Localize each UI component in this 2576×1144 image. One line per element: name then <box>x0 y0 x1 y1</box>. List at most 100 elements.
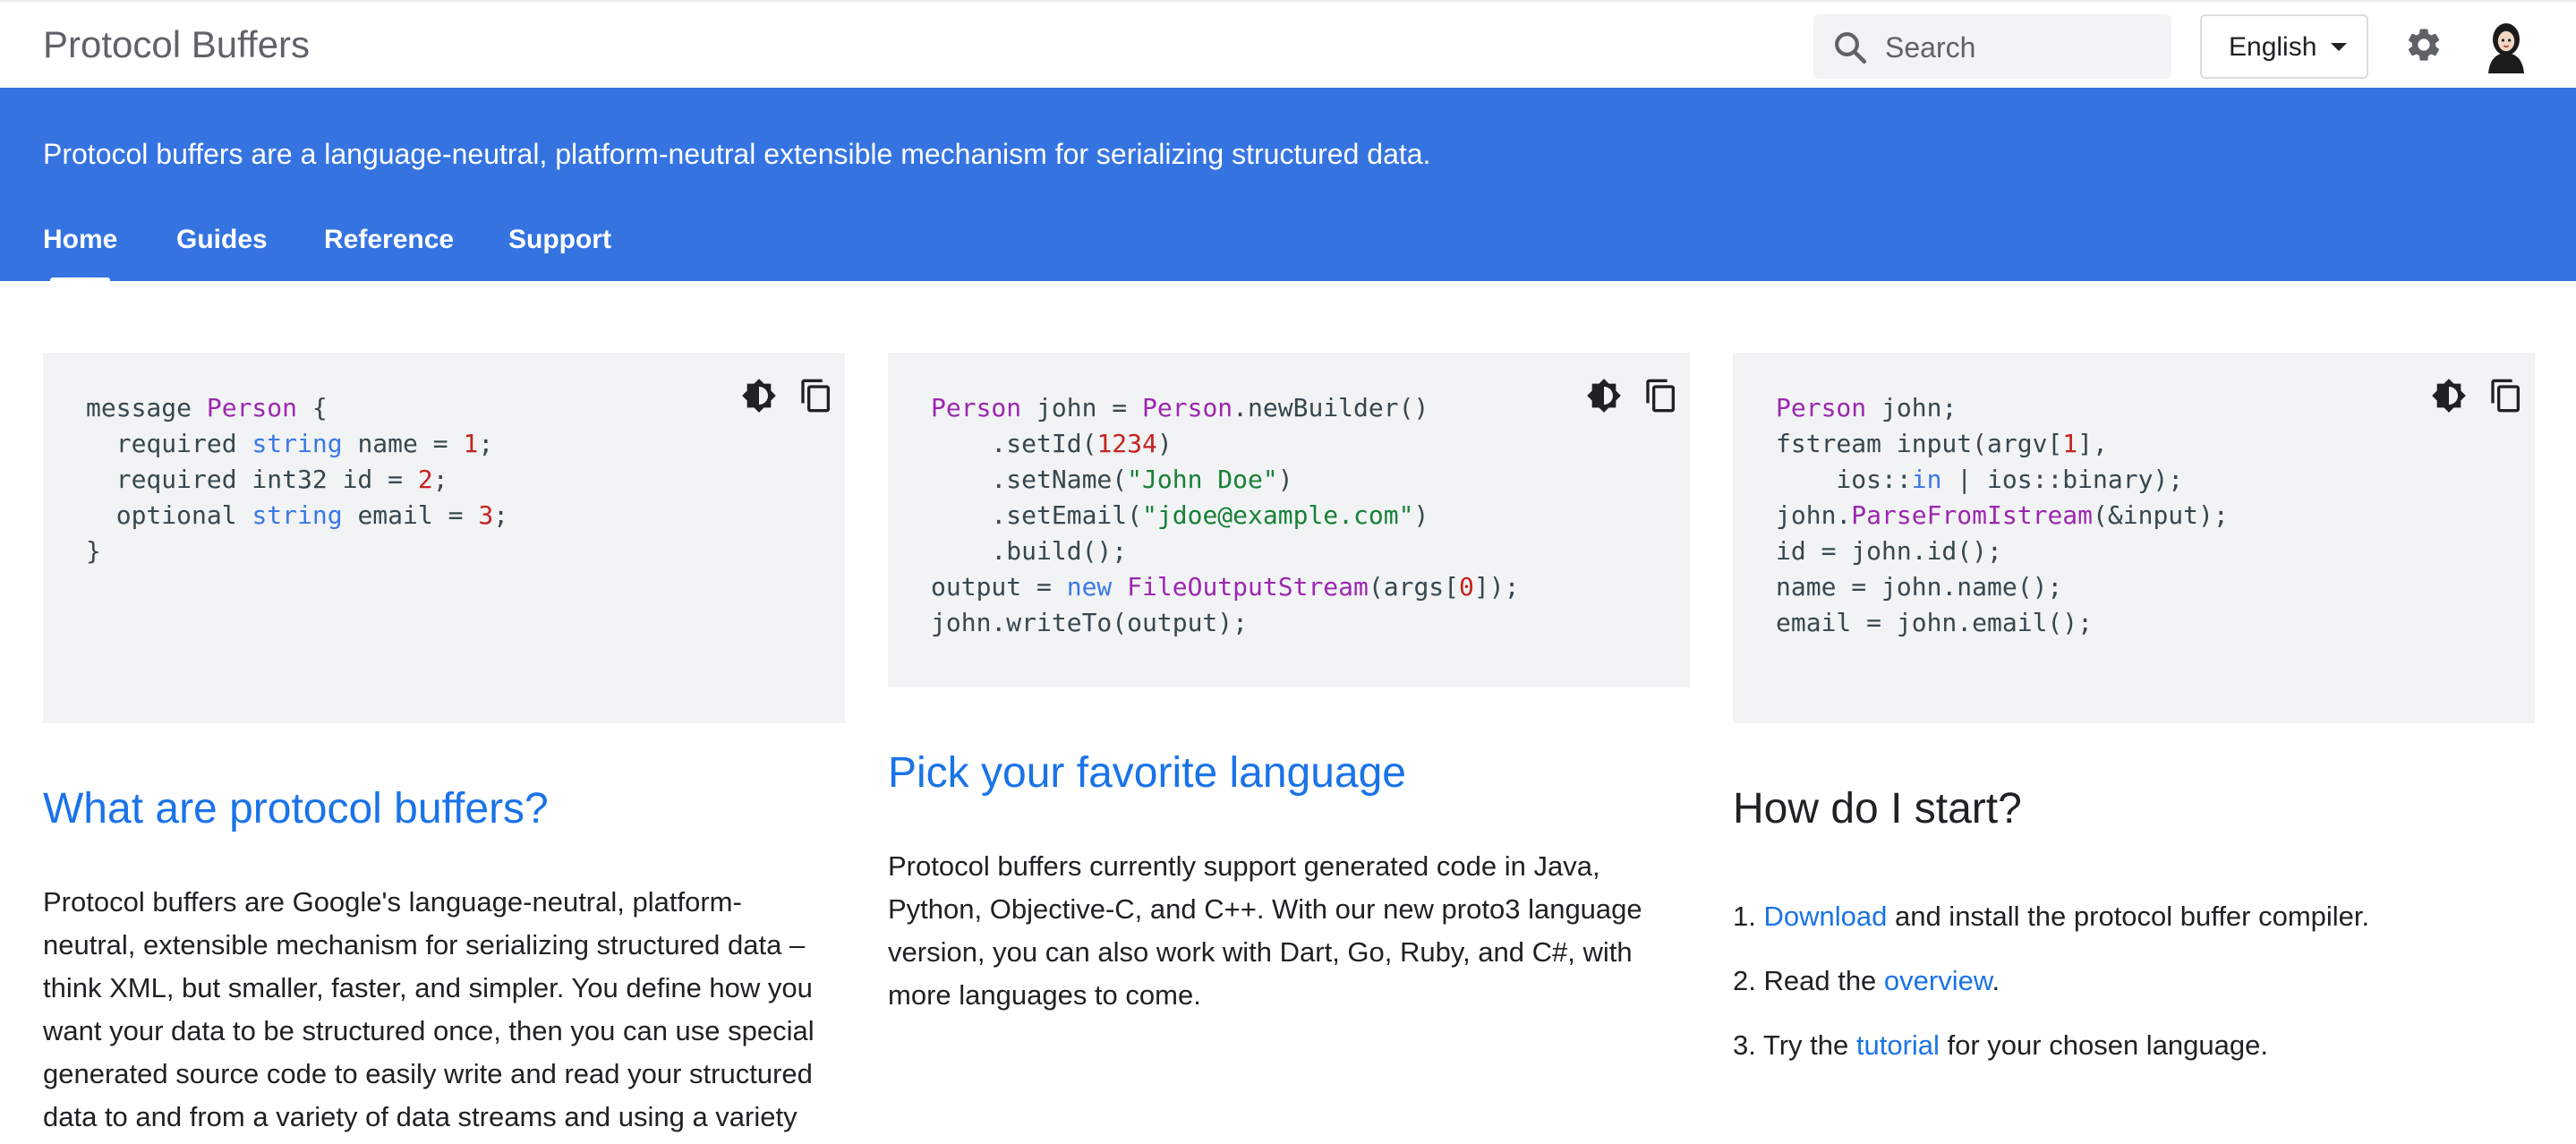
code-line: name = john.name(); <box>1776 569 2229 605</box>
code-text: email = john.email(); <box>1776 608 2094 637</box>
step-number: 1. <box>1733 901 1756 932</box>
code-text: ; <box>493 500 509 530</box>
code-text: .setName( <box>931 465 1128 494</box>
code-text: } <box>86 536 101 566</box>
top-bar: Protocol Buffers Search English <box>0 0 2576 88</box>
list-item: 1. Download and install the protocol buf… <box>1733 899 2369 935</box>
code-line: .build(); <box>931 534 1519 569</box>
code-text: ], <box>2077 429 2108 458</box>
paragraph-line: Protocol buffers are Google's language-n… <box>43 886 742 918</box>
code-text: .setEmail( <box>931 500 1143 530</box>
language-select[interactable]: English <box>2200 14 2368 79</box>
copy-icon[interactable] <box>798 378 834 414</box>
overview-link[interactable]: overview <box>1884 965 1992 996</box>
hero-banner: Protocol buffers are a language-neutral,… <box>0 88 2576 283</box>
step-text-after: for your chosen language. <box>1939 1029 2268 1061</box>
code-text: john; <box>1866 393 1958 423</box>
theme-toggle-icon[interactable] <box>741 378 777 414</box>
avatar[interactable] <box>2481 20 2531 73</box>
code-text: output = <box>931 572 1067 602</box>
search-box[interactable]: Search <box>1813 14 2171 79</box>
code-text: .setId( <box>931 429 1097 458</box>
code-text: .build(); <box>931 536 1128 566</box>
paragraph-pick: Protocol buffers currently support gener… <box>888 845 1693 1017</box>
heading-pick-language[interactable]: Pick your favorite language <box>888 747 1406 800</box>
code-line: fstream input(argv[1], <box>1776 426 2229 462</box>
code-line: optional string email = 3; <box>86 498 508 534</box>
paragraph-line: want your data to be structured once, th… <box>43 1015 815 1046</box>
code-block: message Person { required string name = … <box>86 390 508 569</box>
code-keyword: in <box>1911 465 1942 494</box>
step-number: 3. <box>1733 1029 1756 1061</box>
paragraph-line: Python, Objective-C, and C++. With our n… <box>888 893 1642 925</box>
tab-home[interactable]: Home <box>43 224 117 283</box>
step-text-before: Try the <box>1762 1029 1856 1061</box>
code-line: .setName("John Doe") <box>931 462 1519 498</box>
heading-what-are-protocol-buffers[interactable]: What are protocol buffers? <box>43 782 549 836</box>
code-text: ; <box>478 429 494 458</box>
code-line: .setEmail("jdoe@example.com") <box>931 498 1519 534</box>
heading-how-do-i-start: How do I start? <box>1733 785 2022 832</box>
code-number: 3 <box>478 500 494 530</box>
tab-reference[interactable]: Reference <box>324 224 454 256</box>
code-number: 0 <box>1459 572 1474 602</box>
code-line: } <box>86 534 508 569</box>
code-text: ios:: <box>1776 465 1912 494</box>
paragraph-line: version, you can also work with Dart, Go… <box>888 936 1633 968</box>
caret-down-icon <box>2331 43 2347 51</box>
list-item: 3. Try the tutorial for your chosen lang… <box>1733 1028 2268 1063</box>
code-type: FileOutputStream <box>1127 572 1369 602</box>
code-type: ParseFromIstream <box>1851 500 2094 530</box>
copy-icon[interactable] <box>1643 378 1679 414</box>
code-text: required int32 id = <box>86 465 418 494</box>
code-text: (&input); <box>2093 500 2229 530</box>
code-keyword: new <box>1066 572 1113 602</box>
code-type: Person <box>931 393 1022 423</box>
gear-icon[interactable] <box>2404 25 2444 64</box>
tab-support[interactable]: Support <box>508 224 611 256</box>
copy-icon[interactable] <box>2488 378 2524 414</box>
code-text: | ios::binary); <box>1941 465 2184 494</box>
code-line: email = john.email(); <box>1776 605 2229 641</box>
language-label: English <box>2229 32 2317 62</box>
code-line: ios::in | ios::binary); <box>1776 462 2229 498</box>
download-link[interactable]: Download <box>1763 901 1887 932</box>
code-text: john = <box>1021 393 1143 423</box>
code-number: 1234 <box>1096 429 1157 458</box>
code-text: ) <box>1156 429 1173 458</box>
code-text: john. <box>1776 500 1852 530</box>
code-text: john.writeTo(output); <box>931 608 1249 637</box>
step-text-after: and install the protocol buffer compiler… <box>1887 901 2370 932</box>
code-keyword: string <box>252 429 343 458</box>
code-type: Person <box>1142 393 1233 423</box>
code-text: name = john.name(); <box>1776 572 2063 602</box>
code-text: (args[ <box>1368 572 1460 602</box>
paragraph-line: think XML, but smaller, faster, and simp… <box>43 972 813 1003</box>
theme-toggle-icon[interactable] <box>1586 378 1622 414</box>
step-text-before: Read the <box>1763 965 1884 996</box>
code-sample-proto: message Person { required string name = … <box>43 353 845 723</box>
code-block: Person john; fstream input(argv[1], ios::… <box>1776 390 2229 641</box>
step-number: 2. <box>1733 965 1756 996</box>
site-title[interactable]: Protocol Buffers <box>43 20 310 70</box>
tutorial-link[interactable]: tutorial <box>1856 1029 1940 1061</box>
code-keyword: string <box>252 500 343 530</box>
code-text: ]); <box>1473 572 1520 602</box>
code-block: Person john = Person.newBuilder() .setId… <box>931 390 1519 641</box>
code-sample-cpp: Person john; fstream input(argv[1], ios::… <box>1733 353 2535 723</box>
tagline: Protocol buffers are a language-neutral,… <box>43 138 1431 170</box>
code-text: .newBuilder() <box>1233 393 1429 423</box>
list-item: 2. Read the overview. <box>1733 963 2000 999</box>
code-text: optional <box>86 500 252 530</box>
tab-guides[interactable]: Guides <box>176 224 268 256</box>
paragraph-line: generated source code to easily write an… <box>43 1058 813 1089</box>
code-line: .setId(1234) <box>931 426 1519 462</box>
code-type: Person <box>1776 393 1867 423</box>
code-text: ) <box>1277 465 1293 494</box>
code-line: message Person { <box>86 390 508 426</box>
paragraph-line: more languages to come. <box>888 979 1201 1011</box>
code-line: required string name = 1; <box>86 426 508 462</box>
search-placeholder: Search <box>1885 31 1976 64</box>
theme-toggle-icon[interactable] <box>2431 378 2467 414</box>
